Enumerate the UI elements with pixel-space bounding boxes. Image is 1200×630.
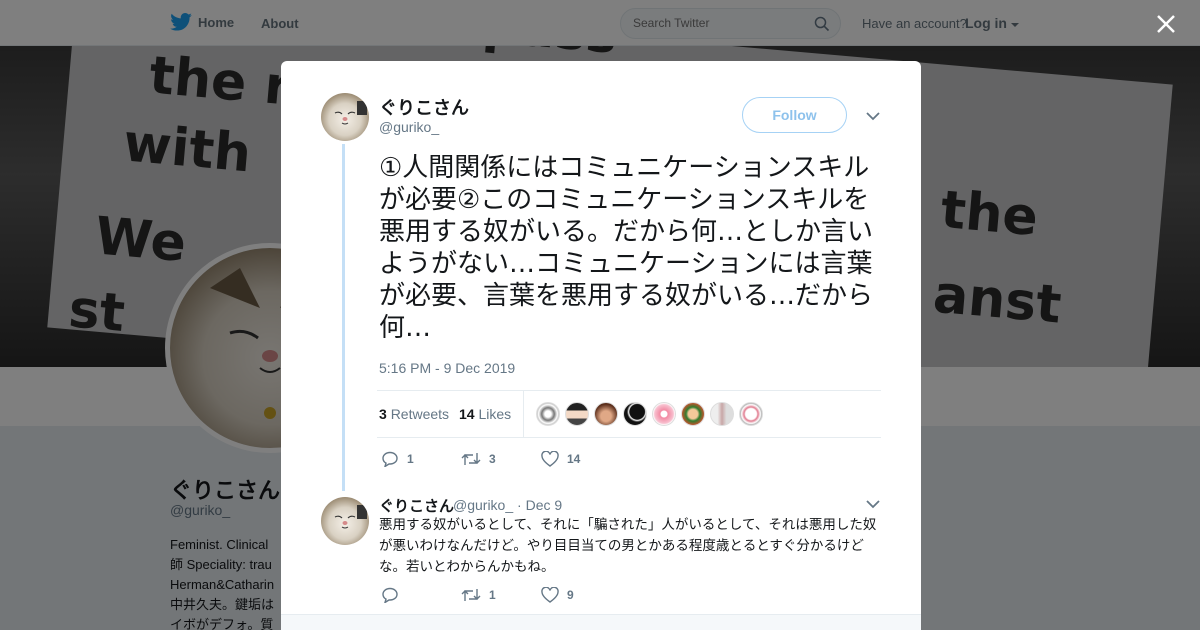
- chevron-down-icon[interactable]: [866, 499, 880, 509]
- retweet-icon: [461, 453, 481, 465]
- reply-author-avatar[interactable]: [321, 497, 369, 545]
- like-count: 14: [567, 452, 581, 466]
- tweet-text: ①人間関係にはコミュニケーションスキルが必要②このコミュニケーションスキルを悪用…: [379, 153, 874, 343]
- liker-avatar[interactable]: [681, 402, 705, 426]
- reply-date[interactable]: Dec 9: [526, 497, 563, 513]
- liker-avatar[interactable]: [739, 402, 763, 426]
- tweet-stats: 3 Retweets 14 Likes: [377, 390, 881, 438]
- cat-face-icon: [334, 505, 367, 529]
- likes-stat[interactable]: 14 Likes: [459, 406, 511, 422]
- liker-avatar[interactable]: [565, 402, 589, 426]
- retweet-action[interactable]: 3: [461, 451, 496, 467]
- retweet-action[interactable]: 1: [461, 587, 496, 603]
- retweets-label: Retweets: [390, 406, 450, 422]
- liker-avatar[interactable]: [710, 402, 734, 426]
- heart-icon: [541, 587, 559, 603]
- close-icon[interactable]: [1155, 13, 1177, 35]
- reply-meta: @guriko_ · Dec 9: [453, 497, 562, 513]
- likes-label: Likes: [478, 406, 512, 422]
- reply-icon: [382, 587, 398, 603]
- like-action[interactable]: 14: [541, 451, 580, 467]
- chevron-down-icon[interactable]: [866, 111, 880, 121]
- heart-icon: [541, 451, 559, 467]
- retweet-count: 3: [489, 452, 496, 466]
- reply-count: 1: [407, 452, 414, 466]
- liker-avatar[interactable]: [536, 402, 560, 426]
- liker-avatar[interactable]: [652, 402, 676, 426]
- reply-icon: [382, 451, 398, 467]
- reply-action[interactable]: 1: [381, 451, 414, 467]
- retweet-count: 1: [489, 588, 496, 602]
- reply-author-name[interactable]: ぐりこさん: [379, 495, 454, 516]
- tweet-author-avatar[interactable]: [321, 93, 369, 141]
- like-count: 9: [567, 588, 574, 602]
- retweets-stat[interactable]: 3 Retweets: [379, 406, 449, 422]
- tweet-author-handle[interactable]: @guriko_: [379, 119, 439, 135]
- tweet-modal: ぐりこさん @guriko_ Follow ①人間関係にはコミュニケーションスキ…: [281, 61, 921, 630]
- retweet-icon: [461, 589, 481, 601]
- liker-avatar[interactable]: [594, 402, 618, 426]
- like-action[interactable]: 9: [541, 587, 574, 603]
- reply-text: 悪用する奴がいるとして、それに「騙された」人がいるとして、それは悪用した奴が悪い…: [379, 517, 877, 575]
- modal-footer: [281, 614, 921, 630]
- liker-avatar[interactable]: [623, 402, 647, 426]
- reply-author-handle[interactable]: @guriko_: [453, 497, 513, 513]
- retweets-count: 3: [379, 406, 387, 422]
- reply-separator: ·: [517, 497, 522, 513]
- thread-line: [342, 144, 345, 491]
- stats-divider: [523, 391, 524, 437]
- likes-count: 14: [459, 406, 475, 422]
- tweet-author-name[interactable]: ぐりこさん: [379, 94, 469, 120]
- follow-button[interactable]: Follow: [742, 97, 847, 133]
- reply-action[interactable]: [381, 587, 407, 603]
- cat-face-icon: [334, 101, 367, 125]
- tweet-timestamp[interactable]: 5:16 PM - 9 Dec 2019: [379, 360, 515, 376]
